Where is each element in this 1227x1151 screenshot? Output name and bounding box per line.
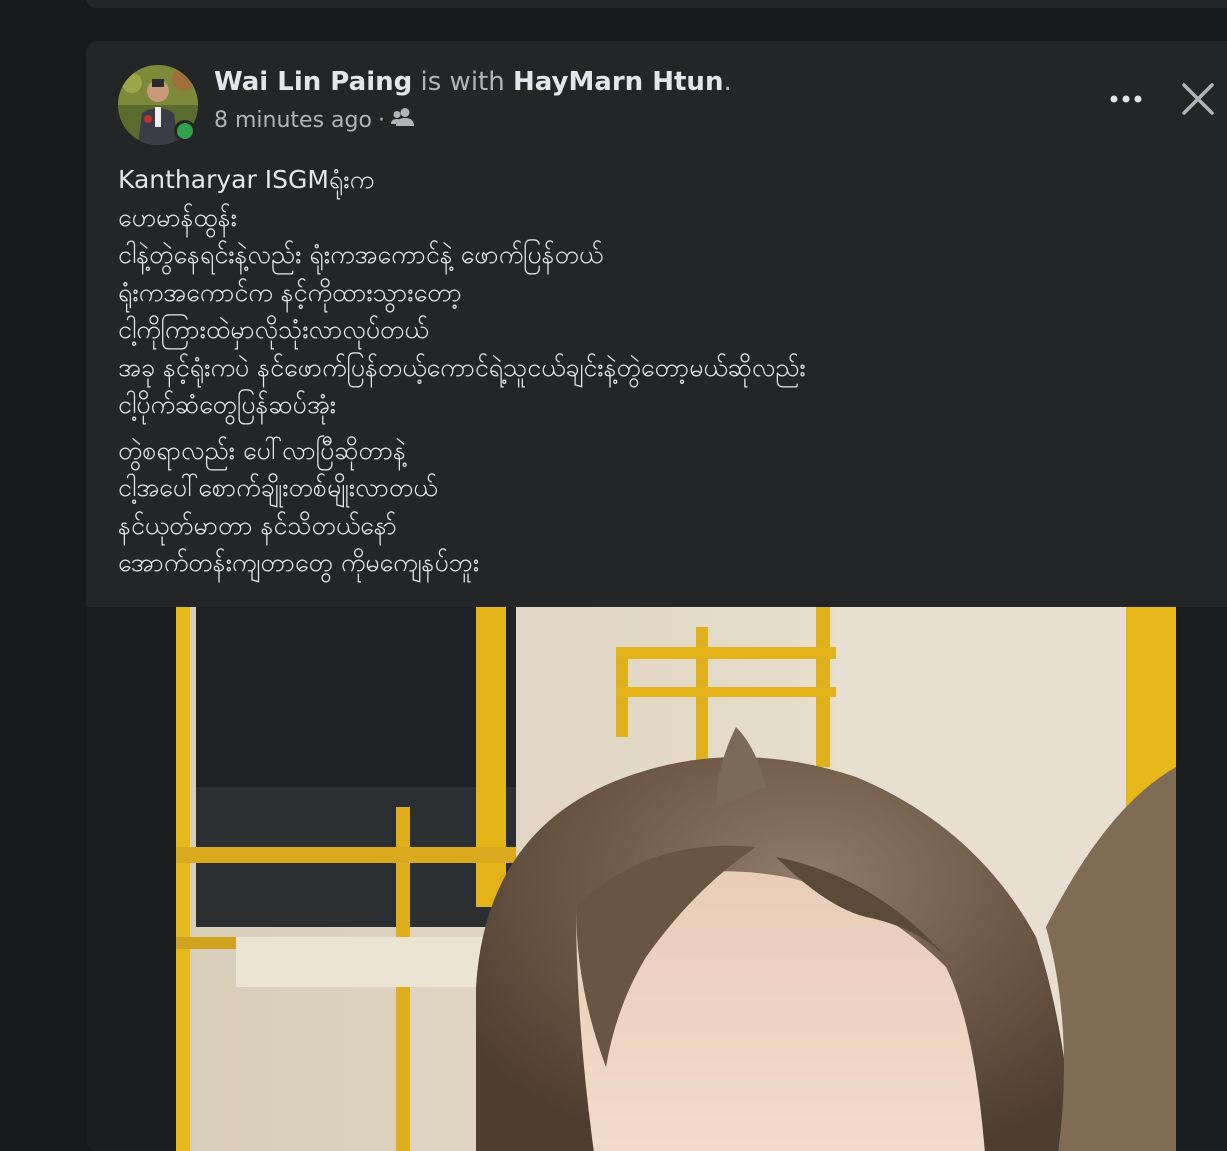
meta-separator: ·	[377, 107, 385, 133]
with-text: is with	[420, 67, 505, 97]
post-text-line: အောက်တန်းကျတာတွေ ကိုမကျေနပ်ဘူး	[118, 548, 480, 577]
post-card: Wai Lin Paing is with HayMarn Htun. 8 mi…	[86, 41, 1227, 1151]
post-text: Kantharyar ISGMရုံးက ဟေမာန်ထွန်း ငါနဲ့တွ…	[118, 161, 1208, 582]
post-text-line: ငါ့ပိုက်ဆံတွေပြန်ဆပ်အုံး	[118, 390, 337, 419]
post-text-line: အခု နင့်ရုံးကပဲ နင်ဖောက်ပြန်တယ့်ကောင်ရဲ့…	[118, 352, 806, 382]
author-name-link[interactable]: Wai Lin Paing	[214, 67, 412, 97]
post-timestamp[interactable]: 8 minutes ago	[214, 108, 372, 133]
close-icon	[1182, 83, 1214, 115]
more-icon	[1110, 95, 1142, 103]
post-text-line: ဟေမာန်ထွန်း	[118, 202, 237, 232]
post-text-line: နင်ယုတ်မာတာ နင်သိတယ်နော်	[118, 510, 397, 540]
online-status-indicator	[174, 120, 196, 142]
post-photo[interactable]	[176, 607, 1176, 1151]
post-meta: 8 minutes ago ·	[214, 107, 415, 133]
post-header: Wai Lin Paing is with HayMarn Htun.	[214, 67, 732, 97]
more-options-button[interactable]	[1108, 87, 1144, 111]
header-period: .	[723, 67, 732, 97]
previous-post-card	[86, 0, 1227, 8]
post-text-line: ငါ့ကိုကြားထဲမှာလိုသုံးလာလုပ်တယ်	[118, 315, 429, 344]
post-text-line: ငါ့အပေါ်စောက်ချိုးတစ်မျိုးလာတယ်	[118, 473, 438, 502]
tagged-user-link[interactable]: HayMarn Htun	[513, 67, 723, 97]
post-text-line: တွဲစရာလည်း ပေါ်လာပြီဆိုတာနဲ့	[118, 435, 406, 465]
post-media-area	[86, 607, 1227, 1151]
post-text-line: ငါနဲ့တွဲနေရင်းနဲ့လည်း ရုံးကအကောင်နဲ့ ဖော…	[118, 240, 604, 269]
post-text-line: Kantharyar ISGMရုံးက	[118, 165, 375, 194]
friends-icon[interactable]	[390, 107, 415, 133]
post-text-line: ရုံးကအကောင်က နင့်ကိုထားသွားတော့	[118, 277, 462, 307]
close-button[interactable]	[1180, 81, 1216, 117]
